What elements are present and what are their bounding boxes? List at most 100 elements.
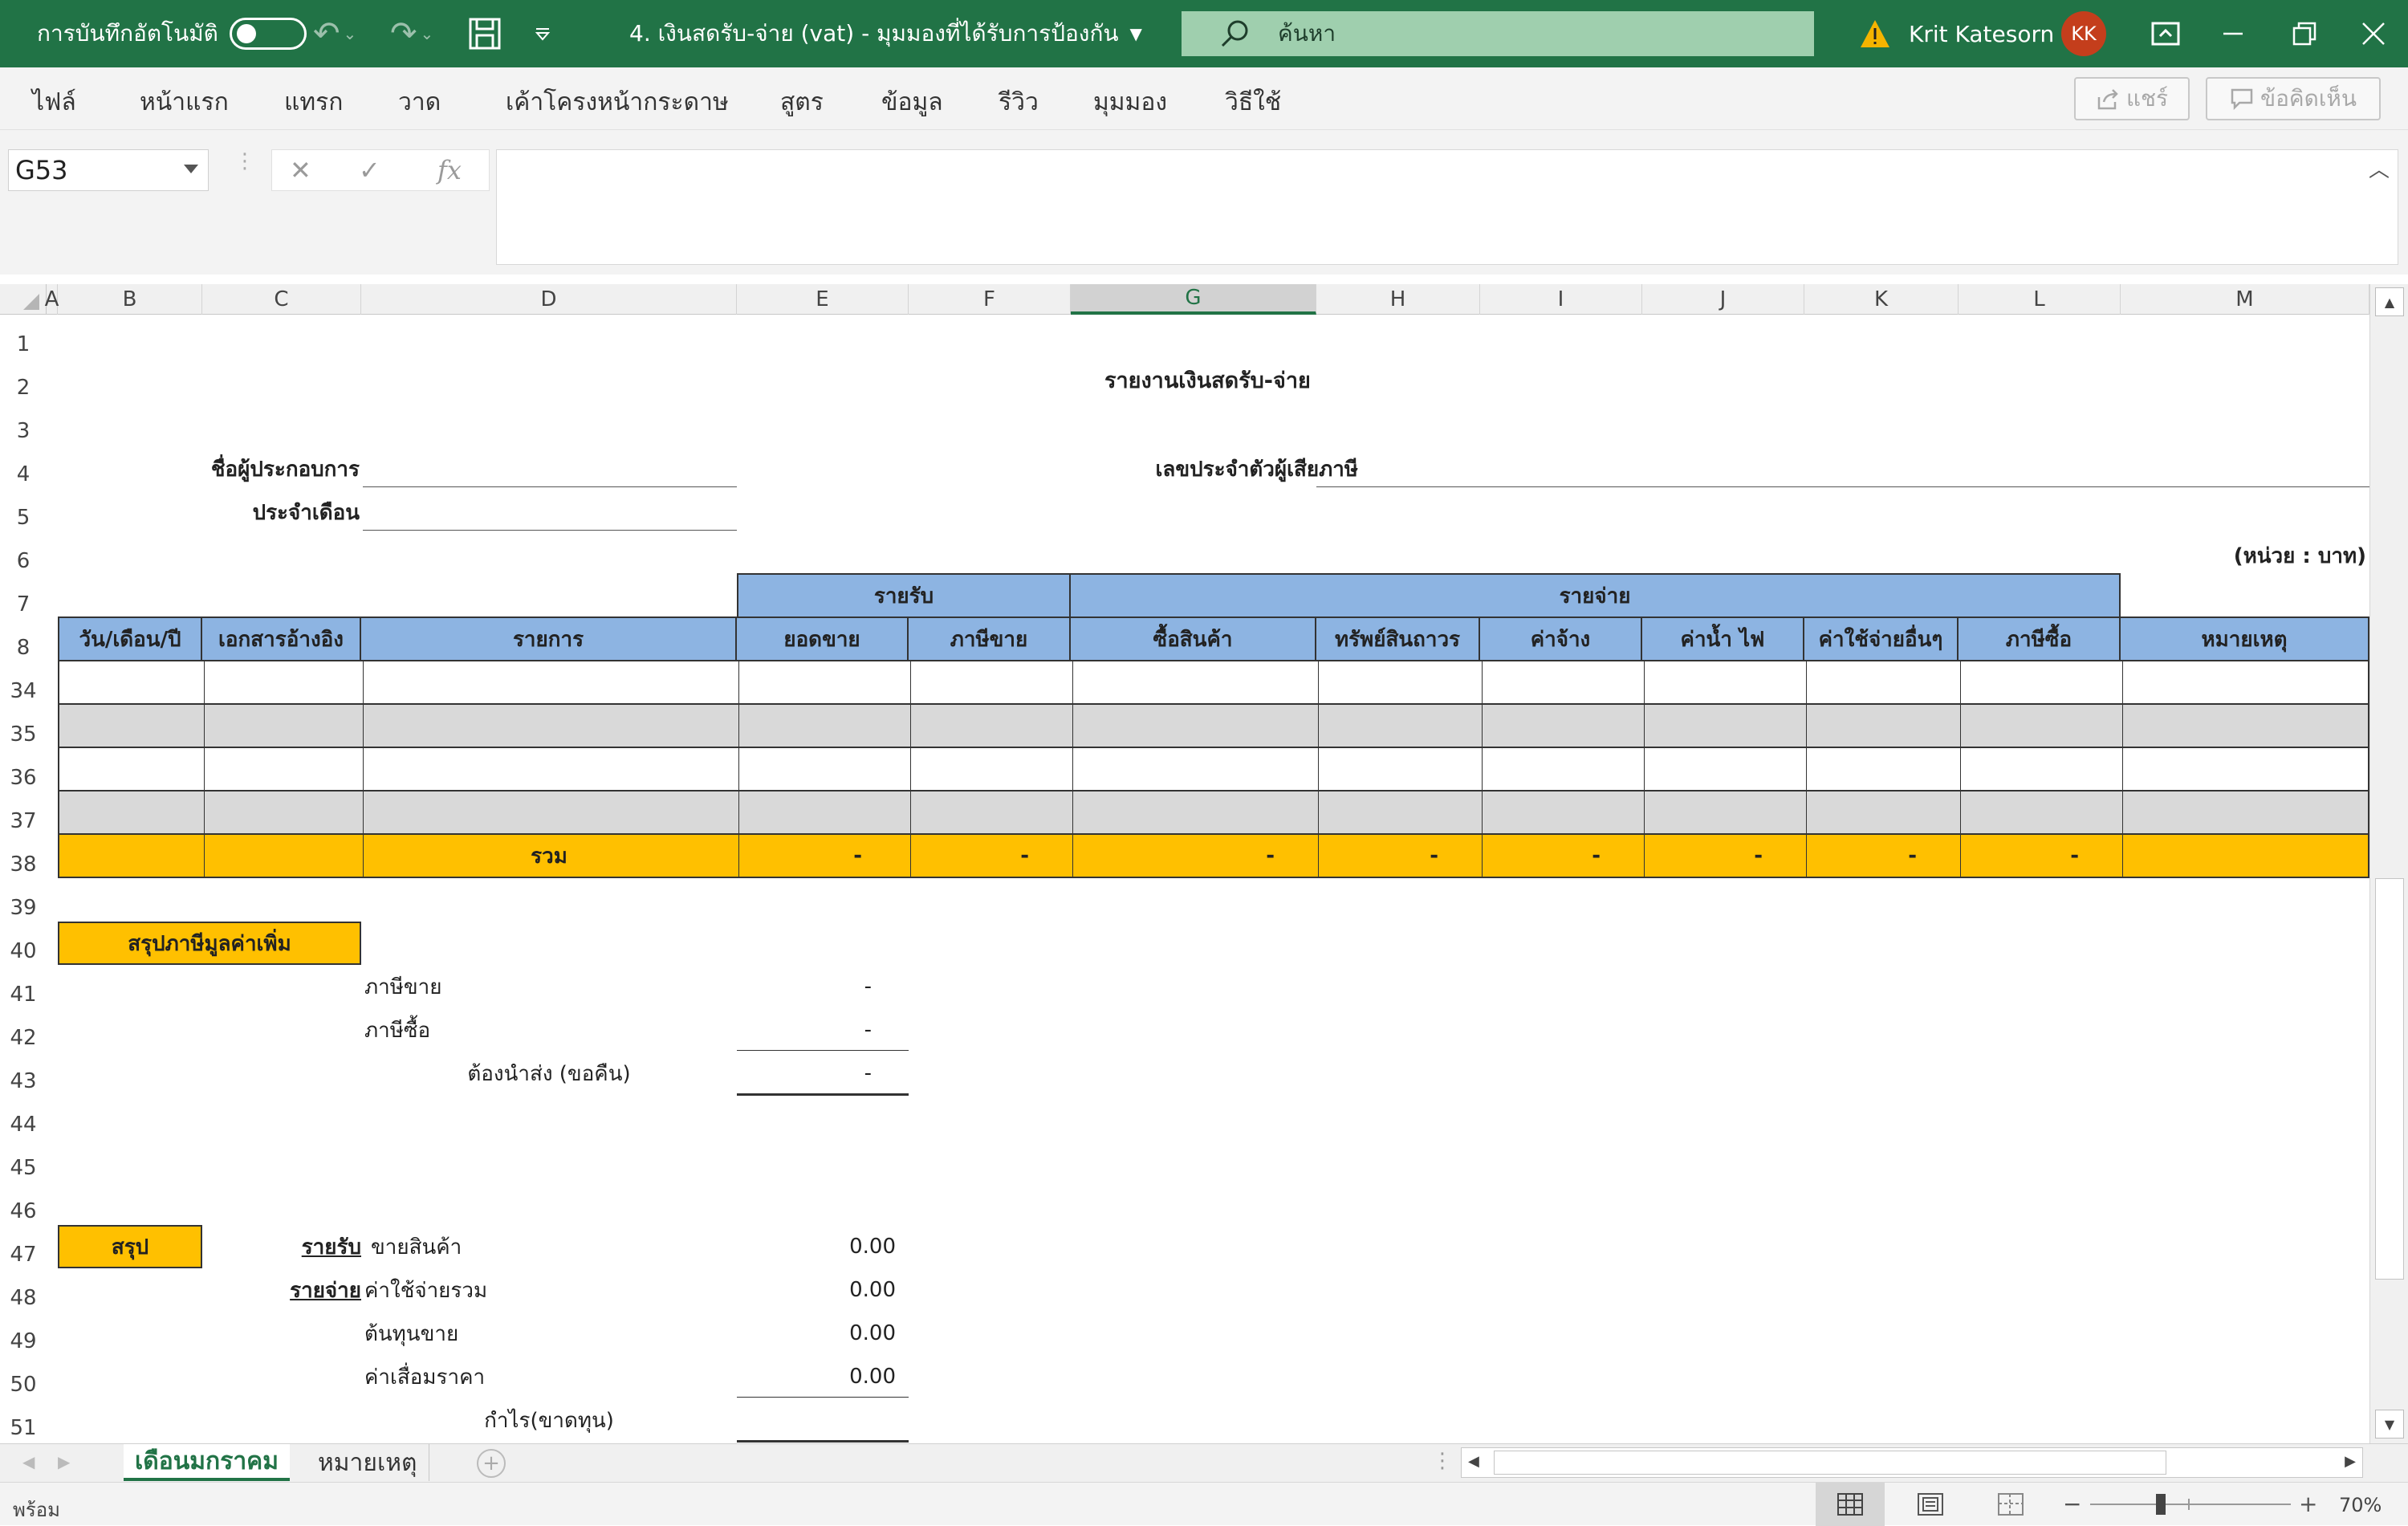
- zoom-out-icon[interactable]: −: [2063, 1491, 2081, 1517]
- tab-insert[interactable]: แทรก: [284, 83, 343, 121]
- row-header[interactable]: 49: [0, 1312, 47, 1355]
- row-header[interactable]: 42: [0, 1008, 47, 1052]
- row-header[interactable]: 48: [0, 1268, 47, 1312]
- col-header-I[interactable]: I: [1480, 284, 1642, 315]
- col-header-H[interactable]: H: [1316, 284, 1480, 315]
- col-header-L[interactable]: L: [1959, 284, 2121, 315]
- tab-data[interactable]: ข้อมูล: [881, 83, 943, 121]
- share-button[interactable]: แชร์: [2074, 77, 2190, 120]
- table-row[interactable]: [58, 748, 2369, 791]
- row-header[interactable]: 7: [0, 575, 47, 618]
- table-row[interactable]: [58, 705, 2369, 748]
- tab-draw[interactable]: วาด: [398, 83, 441, 121]
- tab-view[interactable]: มุมมอง: [1093, 83, 1167, 121]
- save-icon[interactable]: [467, 0, 502, 67]
- row-header[interactable]: 35: [0, 705, 47, 748]
- title-dropdown-icon[interactable]: ▼: [1130, 24, 1142, 43]
- row-header[interactable]: 4: [0, 445, 47, 488]
- tab-review[interactable]: รีวิว: [999, 83, 1039, 121]
- row-header[interactable]: 3: [0, 401, 47, 445]
- tab-splitter-icon[interactable]: ⋮: [1432, 1449, 1453, 1473]
- col-header-A[interactable]: A: [45, 284, 59, 315]
- col-header-B[interactable]: B: [58, 284, 202, 315]
- row-header[interactable]: 46: [0, 1182, 47, 1225]
- user-name[interactable]: Krit Katesorn: [1909, 0, 2054, 67]
- enter-icon[interactable]: ✓: [359, 155, 380, 185]
- redo-icon[interactable]: ↷ ⌄: [390, 0, 433, 67]
- row-header[interactable]: 44: [0, 1095, 47, 1138]
- comments-button[interactable]: ข้อคิดเห็น: [2206, 77, 2381, 120]
- col-header-E[interactable]: E: [737, 284, 909, 315]
- row-header[interactable]: 39: [0, 878, 47, 922]
- row-header[interactable]: 45: [0, 1138, 47, 1182]
- sheet-tab-january[interactable]: เดือนมกราคม: [124, 1444, 291, 1481]
- row-header[interactable]: 2: [0, 358, 47, 401]
- row-header[interactable]: 1: [0, 315, 47, 358]
- normal-view-button[interactable]: [1816, 1483, 1885, 1526]
- row-header[interactable]: 36: [0, 748, 47, 791]
- col-header-K[interactable]: K: [1804, 284, 1959, 315]
- horizontal-scrollbar[interactable]: ◀ ▶: [1461, 1447, 2363, 1478]
- sheet-tab-notes[interactable]: หมายเหตุ: [307, 1444, 429, 1481]
- prev-sheet-icon[interactable]: ◀: [22, 1452, 35, 1471]
- tab-formulas[interactable]: สูตร: [780, 83, 824, 121]
- col-header-G[interactable]: G: [1071, 284, 1316, 315]
- search-box[interactable]: ค้นหา: [1182, 11, 1814, 56]
- tab-page-layout[interactable]: เค้าโครงหน้ากระดาษ: [506, 83, 729, 121]
- row-header[interactable]: 43: [0, 1052, 47, 1095]
- tab-home[interactable]: หน้าแรก: [140, 83, 229, 121]
- undo-icon[interactable]: ↶ ⌄: [313, 0, 356, 67]
- next-sheet-icon[interactable]: ▶: [58, 1452, 70, 1471]
- col-header-D[interactable]: D: [361, 284, 737, 315]
- insert-function-icon[interactable]: fx: [437, 155, 462, 185]
- row-header[interactable]: 38: [0, 835, 47, 878]
- customize-qat-icon[interactable]: [533, 0, 552, 67]
- tab-file[interactable]: ไฟล์: [32, 83, 76, 121]
- scroll-down-icon[interactable]: ▼: [2375, 1410, 2404, 1439]
- row-header[interactable]: 6: [0, 531, 47, 575]
- vertical-scroll-thumb[interactable]: [2375, 878, 2404, 1280]
- minimize-icon[interactable]: [2222, 0, 2244, 67]
- restore-icon[interactable]: [2292, 0, 2316, 67]
- table-row[interactable]: [58, 661, 2369, 705]
- col-header-M[interactable]: M: [2121, 284, 2369, 315]
- row-header[interactable]: 40: [0, 922, 47, 965]
- ribbon-display-icon[interactable]: [2151, 0, 2180, 67]
- sheet-grid[interactable]: รายงานเงินสดรับ-จ่าย ชื่อผู้ประกอบการ เล…: [47, 315, 2369, 1443]
- row-header[interactable]: 50: [0, 1355, 47, 1398]
- warning-icon[interactable]: [1859, 0, 1891, 67]
- tab-help[interactable]: วิธีใช้: [1225, 83, 1281, 121]
- name-box-dropdown-icon[interactable]: [184, 165, 198, 173]
- row-header[interactable]: 34: [0, 661, 47, 705]
- col-header-F[interactable]: F: [909, 284, 1071, 315]
- zoom-slider[interactable]: [2090, 1494, 2291, 1515]
- row-header[interactable]: 51: [0, 1398, 47, 1442]
- horizontal-scroll-thumb[interactable]: [1494, 1451, 2166, 1475]
- zoom-level[interactable]: 70%: [2339, 1494, 2382, 1516]
- col-header-J[interactable]: J: [1642, 284, 1804, 315]
- page-break-view-button[interactable]: [1976, 1483, 2045, 1526]
- scroll-up-icon[interactable]: ▲: [2375, 287, 2404, 316]
- autosave-toggle[interactable]: [229, 18, 307, 50]
- zoom-in-icon[interactable]: +: [2299, 1491, 2317, 1517]
- row-header[interactable]: 5: [0, 488, 47, 531]
- zoom-slider-thumb[interactable]: [2156, 1494, 2166, 1515]
- add-sheet-icon[interactable]: +: [477, 1449, 506, 1478]
- scroll-left-icon[interactable]: ◀: [1468, 1453, 1479, 1470]
- row-header[interactable]: 47: [0, 1225, 47, 1268]
- name-box[interactable]: G53: [8, 149, 209, 191]
- avatar[interactable]: KK: [2061, 11, 2106, 56]
- formula-input[interactable]: ︿: [496, 149, 2398, 265]
- row-header[interactable]: 37: [0, 791, 47, 835]
- page-layout-view-button[interactable]: [1896, 1483, 1965, 1526]
- collapse-formula-icon[interactable]: ︿: [2369, 153, 2390, 183]
- splitter-handle-icon[interactable]: ⋮: [234, 151, 255, 172]
- row-header[interactable]: 8: [0, 618, 47, 661]
- table-row[interactable]: [58, 791, 2369, 835]
- col-header-C[interactable]: C: [202, 284, 361, 315]
- autosave[interactable]: การบันทึกอัตโนมัติ: [37, 0, 307, 67]
- select-all-corner[interactable]: [0, 284, 47, 315]
- cancel-icon[interactable]: ✕: [290, 155, 311, 185]
- row-header[interactable]: 41: [0, 965, 47, 1008]
- close-icon[interactable]: [2361, 0, 2386, 67]
